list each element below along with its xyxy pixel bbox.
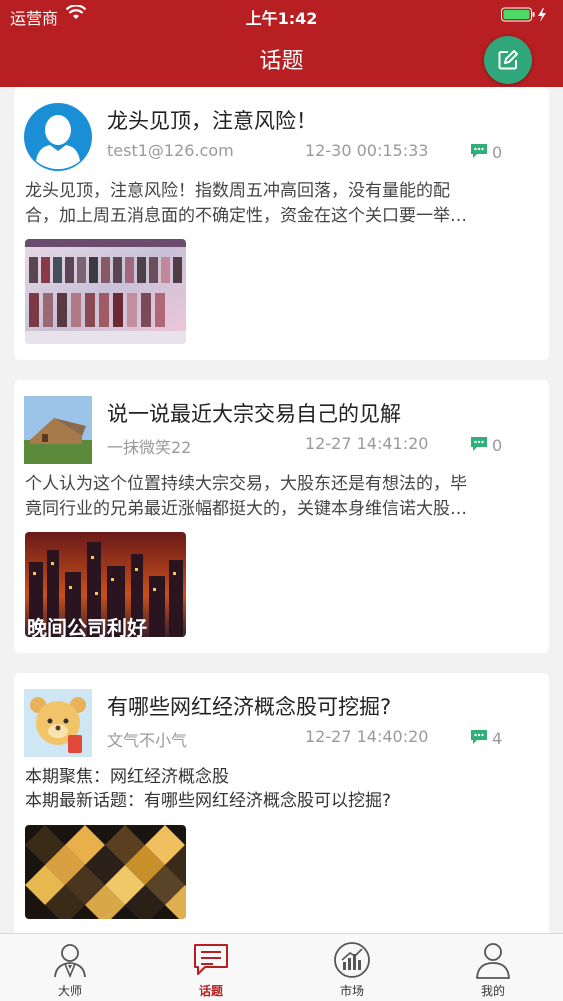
comment-count[interactable]: 4 bbox=[470, 729, 502, 749]
profile-icon bbox=[476, 943, 510, 979]
comment-count-value: 4 bbox=[492, 729, 503, 748]
tab-label: 市场 bbox=[339, 984, 364, 998]
post-card[interactable]: 说一说最近大宗交易自己的见解 一抹微笑22 12-27 14:41:20 0 个… bbox=[14, 380, 549, 653]
tab-label: 话题 bbox=[198, 984, 223, 998]
status-bar: 运营商 上午1:42 bbox=[0, 0, 563, 30]
tab-profile[interactable]: 我的 bbox=[453, 934, 533, 1001]
post-body-line: 竟同行业的兄弟最近涨幅都挺大的，关键本身维信诺大股… bbox=[25, 499, 467, 519]
comment-icon bbox=[471, 144, 487, 158]
post-body[interactable]: 本期聚焦：网红经济概念股 本期最新话题：有哪些网红经济概念股可以挖掘? bbox=[25, 765, 545, 813]
post-card[interactable]: 有哪些网红经济概念股可挖掘? 文气不小气 12-27 14:40:20 4 本期… bbox=[14, 673, 549, 933]
post-body-line: 龙头见顶，注意风险！指数周五冲高回落，没有量能的配 bbox=[25, 181, 450, 201]
image-caption: 晚间公司利好 bbox=[27, 616, 147, 637]
master-icon bbox=[54, 944, 86, 979]
post-title[interactable]: 龙头见顶，注意风险！ bbox=[107, 105, 317, 135]
post-image[interactable] bbox=[25, 825, 186, 919]
post-body-line: 本期聚焦：网红经济概念股 bbox=[25, 767, 229, 787]
compose-button[interactable] bbox=[484, 36, 532, 84]
nav-bar: 话题 bbox=[0, 30, 563, 87]
post-image[interactable] bbox=[25, 239, 186, 344]
post-body[interactable]: 龙头见顶，注意风险！指数周五冲高回落，没有量能的配 合，加上周五消息面的不确定性… bbox=[25, 179, 545, 229]
post-time: 12-27 14:41:20 bbox=[305, 434, 429, 453]
tab-bar: 大师 话题 市场 我的 bbox=[0, 933, 563, 1001]
post-author: 文气不小气 bbox=[107, 731, 188, 750]
clock: 上午1:42 bbox=[245, 9, 318, 28]
comment-count-value: 0 bbox=[492, 143, 503, 162]
post-body-line: 本期最新话题：有哪些网红经济概念股可以挖掘? bbox=[25, 791, 392, 811]
page-title: 话题 bbox=[259, 49, 304, 74]
post-time: 12-30 00:15:33 bbox=[305, 141, 429, 160]
topic-feed[interactable]: 龙头见顶，注意风险！ test1@126.com 12-30 00:15:33 … bbox=[0, 87, 563, 933]
market-icon bbox=[334, 942, 370, 978]
comment-icon bbox=[471, 730, 487, 744]
topic-icon bbox=[194, 944, 228, 975]
comment-count[interactable]: 0 bbox=[470, 143, 502, 163]
comment-count[interactable]: 0 bbox=[470, 436, 502, 456]
avatar[interactable] bbox=[24, 689, 92, 757]
tab-label: 我的 bbox=[480, 984, 505, 998]
post-body-line: 合，加上周五消息面的不确定性，资金在这个关口要一举… bbox=[25, 206, 467, 226]
battery-icon bbox=[501, 7, 549, 23]
post-title[interactable]: 说一说最近大宗交易自己的见解 bbox=[107, 398, 401, 428]
post-title[interactable]: 有哪些网红经济概念股可挖掘? bbox=[107, 691, 391, 721]
post-author: 一抹微笑22 bbox=[107, 438, 192, 457]
avatar[interactable] bbox=[24, 396, 92, 464]
tab-master[interactable]: 大师 bbox=[30, 934, 110, 1001]
comment-icon bbox=[471, 437, 487, 451]
tab-topic[interactable]: 话题 bbox=[171, 934, 251, 1001]
post-body-line: 个人认为这个位置持续大宗交易，大股东还是有想法的，毕 bbox=[25, 474, 467, 494]
tab-label: 大师 bbox=[57, 984, 82, 998]
comment-count-value: 0 bbox=[492, 436, 503, 455]
post-time: 12-27 14:40:20 bbox=[305, 727, 429, 746]
post-card[interactable]: 龙头见顶，注意风险！ test1@126.com 12-30 00:15:33 … bbox=[14, 87, 549, 360]
post-author: test1@126.com bbox=[107, 141, 234, 160]
compose-icon bbox=[498, 50, 518, 70]
tab-market[interactable]: 市场 bbox=[312, 934, 392, 1001]
avatar[interactable] bbox=[24, 103, 92, 171]
post-image[interactable]: 晚间公司利好 bbox=[25, 532, 186, 637]
post-body[interactable]: 个人认为这个位置持续大宗交易，大股东还是有想法的，毕 竟同行业的兄弟最近涨幅都挺… bbox=[25, 472, 545, 522]
